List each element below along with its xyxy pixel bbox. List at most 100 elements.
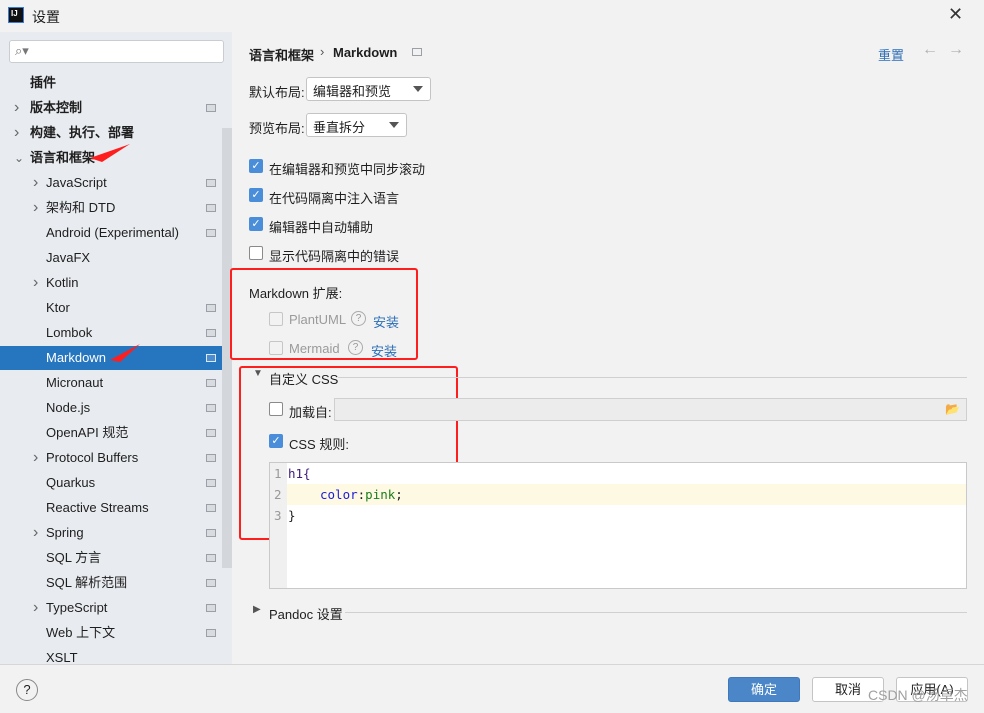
code-line: color:pink; <box>320 487 403 502</box>
forward-arrow-icon[interactable]: → <box>948 41 964 59</box>
pandoc-settings-title[interactable]: Pandoc 设置 <box>269 604 343 623</box>
chevron-right-icon[interactable]: › <box>14 96 19 120</box>
sidebar-item[interactable]: 插件 <box>0 71 222 95</box>
help-icon[interactable]: ? <box>348 340 363 355</box>
custom-css-title[interactable]: 自定义 CSS <box>269 369 338 388</box>
help-button[interactable]: ? <box>16 679 38 701</box>
load-from-input[interactable]: 📂 <box>334 398 967 421</box>
sidebar-item[interactable]: SQL 解析范围 <box>0 571 222 595</box>
code-line: h1{ <box>288 466 311 481</box>
project-scope-icon <box>206 429 216 437</box>
option-checkbox[interactable]: ✓ <box>249 159 263 173</box>
sidebar-item[interactable]: › Protocol Buffers <box>0 446 222 470</box>
chevron-down-icon[interactable]: ⌄ <box>14 146 24 170</box>
ok-button[interactable]: 确定 <box>728 677 800 702</box>
sidebar-item[interactable]: OpenAPI 规范 <box>0 421 222 445</box>
sidebar-item-label: Android (Experimental) <box>46 225 179 240</box>
code-line: } <box>288 508 296 523</box>
project-scope-icon <box>206 104 216 112</box>
divider <box>345 612 967 613</box>
sidebar-item-label: Reactive Streams <box>46 500 149 515</box>
project-scope-icon <box>206 329 216 337</box>
project-scope-icon <box>206 529 216 537</box>
settings-sidebar: ⌕▾ 插件 › 版本控制 › 构建、执行、部署 ⌄ 语言和框架 › JavaScript › 架构和… <box>0 32 232 664</box>
css-code-editor[interactable]: 1 h1{ 2 color:pink; 3 } <box>269 462 967 589</box>
sidebar-item[interactable]: › Kotlin <box>0 271 222 295</box>
chevron-right-icon[interactable]: › <box>33 196 38 220</box>
plantuml-checkbox[interactable] <box>269 312 283 326</box>
sidebar-item-label: Web 上下文 <box>46 625 116 640</box>
option-label: 显示代码隔离中的错误 <box>269 249 400 264</box>
sidebar-item[interactable]: › JavaScript <box>0 171 222 195</box>
plantuml-install-link[interactable]: 安装 <box>373 312 399 331</box>
extensions-title: Markdown 扩展: <box>249 286 343 301</box>
mermaid-checkbox[interactable] <box>269 341 283 355</box>
sidebar-item[interactable]: JavaFX <box>0 246 222 270</box>
title-bar: IJ 设置 ✕ <box>0 0 984 32</box>
line-number: 2 <box>274 487 282 502</box>
chevron-right-icon[interactable]: › <box>33 271 38 295</box>
option-checkbox[interactable]: ✓ <box>249 217 263 231</box>
sidebar-item-label: 版本控制 <box>30 100 83 115</box>
breadcrumb-parent[interactable]: 语言和框架 <box>249 45 314 64</box>
option-checkbox[interactable] <box>249 246 263 260</box>
css-rules-checkbox[interactable]: ✓ <box>269 434 283 448</box>
css-property: color <box>320 487 358 502</box>
annotation-arrow-icon <box>110 344 140 362</box>
sidebar-item[interactable]: XSLT <box>0 646 222 664</box>
sidebar-item-label: SQL 方言 <box>46 550 102 565</box>
search-input[interactable]: ⌕▾ <box>9 40 224 63</box>
load-from-checkbox[interactable] <box>269 402 283 416</box>
project-scope-icon <box>206 579 216 587</box>
sidebar-item-label: OpenAPI 规范 <box>46 425 129 440</box>
chevron-right-icon[interactable]: › <box>33 446 38 470</box>
reset-link[interactable]: 重置 <box>878 45 904 64</box>
sidebar-item[interactable]: › 版本控制 <box>0 96 222 120</box>
sidebar-item[interactable]: Android (Experimental) <box>0 221 222 245</box>
help-icon[interactable]: ? <box>351 311 366 326</box>
sidebar-item[interactable]: Quarkus <box>0 471 222 495</box>
project-scope-icon <box>206 554 216 562</box>
project-scope-icon <box>206 354 216 362</box>
preview-layout-select[interactable]: 垂直拆分 <box>306 113 407 137</box>
sidebar-item[interactable]: › 架构和 DTD <box>0 196 222 220</box>
sidebar-item[interactable]: Reactive Streams <box>0 496 222 520</box>
project-scope-icon <box>206 304 216 312</box>
option-checkbox[interactable]: ✓ <box>249 188 263 202</box>
breadcrumb-separator: › <box>320 44 325 59</box>
sidebar-item-label: Ktor <box>46 300 70 315</box>
sidebar-item[interactable]: Ktor <box>0 296 222 320</box>
chevron-right-icon[interactable]: › <box>33 171 38 195</box>
chevron-down-icon <box>413 86 423 92</box>
project-scope-icon <box>206 629 216 637</box>
sidebar-item[interactable]: Web 上下文 <box>0 621 222 645</box>
load-from-label: 加载自: <box>289 405 332 420</box>
chevron-down-icon <box>389 122 399 128</box>
sidebar-item-label: Node.js <box>46 400 91 415</box>
sidebar-item-label: JavaFX <box>46 250 91 265</box>
expand-triangle-icon[interactable]: ▶ <box>253 604 261 615</box>
sidebar-item[interactable]: › TypeScript <box>0 596 222 620</box>
sidebar-item-label: JavaScript <box>46 175 107 190</box>
dialog-footer: ? 确定 取消 应用(A) CSDN @汤卓杰 <box>0 664 984 713</box>
sidebar-item[interactable]: SQL 方言 <box>0 546 222 570</box>
sidebar-item-label: Kotlin <box>46 275 79 290</box>
project-scope-icon <box>206 479 216 487</box>
sidebar-item[interactable]: Micronaut <box>0 371 222 395</box>
chevron-right-icon[interactable]: › <box>33 521 38 545</box>
back-arrow-icon[interactable]: ← <box>922 41 938 59</box>
chevron-right-icon[interactable]: › <box>33 596 38 620</box>
preview-layout-label: 预览布局: <box>249 121 305 136</box>
collapse-triangle-icon[interactable]: ▼ <box>253 368 263 379</box>
sidebar-item[interactable]: Node.js <box>0 396 222 420</box>
folder-icon[interactable]: 📂 <box>945 402 960 416</box>
sidebar-item[interactable]: › Spring <box>0 521 222 545</box>
chevron-right-icon[interactable]: › <box>14 121 19 145</box>
line-gutter <box>270 463 287 588</box>
close-icon[interactable]: ✕ <box>948 4 963 25</box>
sidebar-item-label: Markdown <box>46 350 106 365</box>
watermark: CSDN @汤卓杰 <box>868 687 968 703</box>
annotation-arrow-icon <box>90 144 130 162</box>
default-layout-select[interactable]: 编辑器和预览 <box>306 77 431 101</box>
mermaid-install-link[interactable]: 安装 <box>371 341 397 360</box>
